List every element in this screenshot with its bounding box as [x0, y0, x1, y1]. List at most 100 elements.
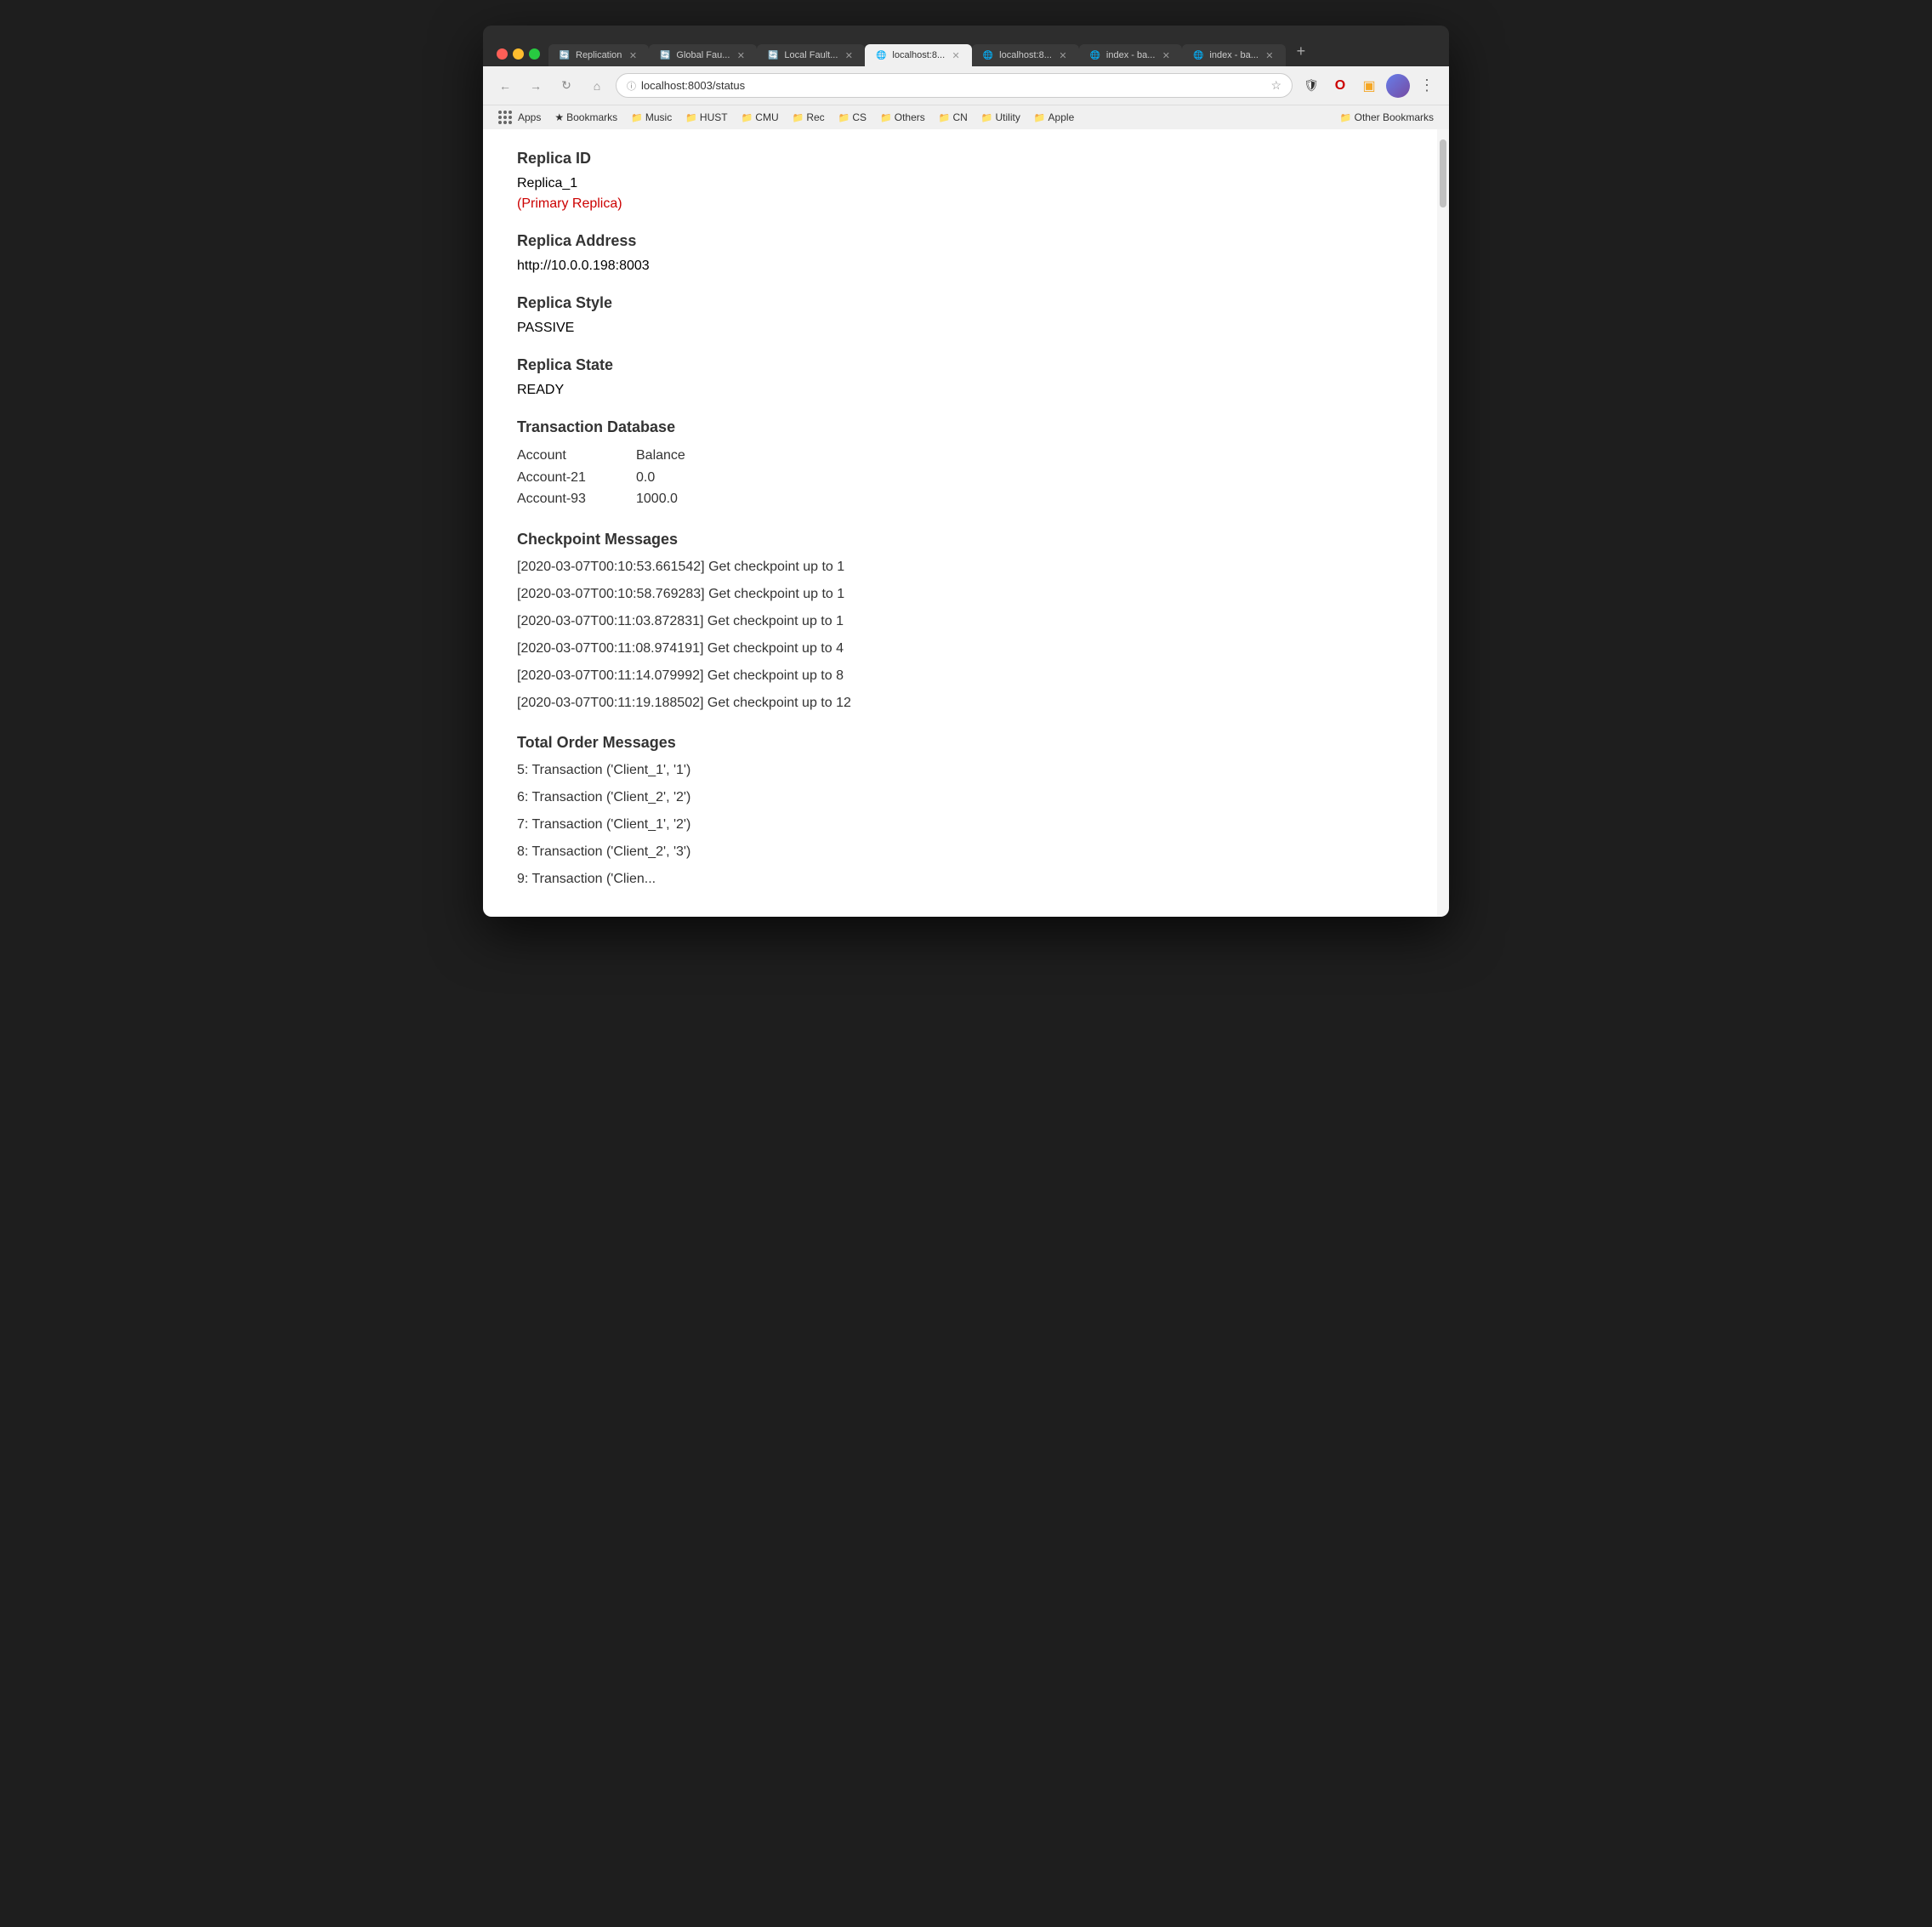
bookmarks-star-item[interactable]: ★ Bookmarks — [549, 110, 622, 125]
replica-id-heading: Replica ID — [517, 150, 1403, 168]
transaction-db-heading: Transaction Database — [517, 418, 1403, 436]
bm-other-bookmarks[interactable]: 📁 Other Bookmarks — [1335, 110, 1439, 125]
bm-hust[interactable]: 📁 HUST — [680, 110, 732, 125]
checkpoint-heading: Checkpoint Messages — [517, 531, 1403, 549]
bookmark-star-icon[interactable]: ☆ — [1270, 78, 1281, 93]
db-balance-1: 0.0 — [636, 467, 721, 489]
maximize-button[interactable] — [529, 48, 540, 60]
bookmarks-label: Bookmarks — [566, 111, 617, 123]
bm-cs-label: CS — [852, 111, 867, 123]
tab-title: Replication — [576, 50, 622, 60]
tab-title: index - ba... — [1106, 50, 1155, 60]
checkpoint-msg-3: [2020-03-07T00:11:03.872831] Get checkpo… — [517, 611, 1403, 632]
checkpoint-msg-5: [2020-03-07T00:11:14.079992] Get checkpo… — [517, 666, 1403, 686]
tab-localhost-5[interactable]: 🌐 localhost:8... ✕ — [972, 44, 1079, 66]
apps-grid-icon — [498, 111, 512, 124]
transaction-db-table: Account Balance Account-21 0.0 Account-9… — [517, 445, 1403, 510]
folder-icon: 📁 — [981, 112, 993, 123]
menu-icon[interactable]: ⋮ — [1415, 74, 1439, 98]
apps-label: Apps — [518, 111, 541, 123]
tab-replication[interactable]: 🔄 Replication ✕ — [548, 44, 649, 66]
order-msg-2: 6: Transaction ('Client_2', '2') — [517, 787, 1403, 808]
checkpoint-msg-1: [2020-03-07T00:10:53.661542] Get checkpo… — [517, 557, 1403, 577]
checkpoint-msg-4: [2020-03-07T00:11:08.974191] Get checkpo… — [517, 639, 1403, 659]
tab-index-6[interactable]: 🌐 index - ba... ✕ — [1079, 44, 1182, 66]
tab-close-icon[interactable]: ✕ — [627, 49, 639, 61]
bm-hust-label: HUST — [700, 111, 728, 123]
extension-icon[interactable]: O — [1328, 74, 1352, 98]
scrollbar[interactable] — [1437, 129, 1449, 917]
folder-icon: 📁 — [685, 112, 697, 123]
order-msg-5: 9: Transaction ('Clien... — [517, 869, 1403, 890]
folder-icon: 📁 — [939, 112, 951, 123]
tab-local-fault[interactable]: 🔄 Local Fault... ✕ — [757, 44, 865, 66]
tab-strip: 🔄 Replication ✕ 🔄 Global Fau... ✕ 🔄 Loca… — [493, 34, 1439, 66]
browser-window: 🔄 Replication ✕ 🔄 Global Fau... ✕ 🔄 Loca… — [483, 26, 1449, 917]
db-data-row-1: Account-21 0.0 — [517, 467, 1403, 489]
replica-address-value: http://10.0.0.198:8003 — [517, 259, 1403, 274]
tab-favicon: 🌐 — [1089, 49, 1101, 61]
checkpoint-msg-2: [2020-03-07T00:10:58.769283] Get checkpo… — [517, 584, 1403, 605]
tab-close-icon[interactable]: ✕ — [1264, 49, 1276, 61]
tab-title: Global Fau... — [676, 50, 730, 60]
shield-icon[interactable]: 🛡 — [1299, 74, 1323, 98]
replica-address-heading: Replica Address — [517, 232, 1403, 250]
apps-bookmark[interactable]: Apps — [493, 109, 546, 126]
tab-close-icon[interactable]: ✕ — [843, 49, 855, 61]
star-icon: ★ — [554, 111, 564, 123]
tab-close-icon[interactable]: ✕ — [950, 49, 962, 61]
tab-favicon: 🔄 — [767, 49, 779, 61]
tab-close-icon[interactable]: ✕ — [735, 49, 747, 61]
home-button[interactable]: ⌂ — [585, 74, 609, 98]
profile-avatar[interactable] — [1386, 74, 1410, 98]
close-button[interactable] — [497, 48, 508, 60]
forward-button[interactable]: → — [524, 74, 548, 98]
tab-global-fault[interactable]: 🔄 Global Fau... ✕ — [649, 44, 757, 66]
back-button[interactable]: ← — [493, 74, 517, 98]
bm-apple[interactable]: 📁 Apple — [1029, 110, 1079, 125]
bm-other-bookmarks-label: Other Bookmarks — [1355, 111, 1434, 123]
folder-icon: 📁 — [1034, 112, 1046, 123]
bm-cmu[interactable]: 📁 CMU — [736, 110, 784, 125]
wallet-icon[interactable]: ▣ — [1357, 74, 1381, 98]
bm-music[interactable]: 📁 Music — [626, 110, 677, 125]
folder-icon: 📁 — [631, 112, 643, 123]
folder-icon: 📁 — [742, 112, 753, 123]
minimize-button[interactable] — [513, 48, 524, 60]
tab-close-icon[interactable]: ✕ — [1057, 49, 1069, 61]
db-col-account-header: Account — [517, 445, 602, 467]
tab-favicon: 🌐 — [875, 49, 887, 61]
folder-icon: 📁 — [1340, 112, 1352, 123]
traffic-lights — [493, 48, 548, 66]
replica-style-heading: Replica Style — [517, 294, 1403, 312]
checkpoint-msg-6: [2020-03-07T00:11:19.188502] Get checkpo… — [517, 693, 1403, 713]
bm-utility[interactable]: 📁 Utility — [976, 110, 1026, 125]
tab-title: index - ba... — [1209, 50, 1258, 60]
tab-localhost-active[interactable]: 🌐 localhost:8... ✕ — [865, 44, 972, 66]
tab-index-7[interactable]: 🌐 index - ba... ✕ — [1182, 44, 1285, 66]
tab-favicon: 🔄 — [659, 49, 671, 61]
tab-title: localhost:8... — [999, 50, 1052, 60]
primary-replica-label: (Primary Replica) — [517, 196, 1403, 212]
bm-cn-label: CN — [952, 111, 967, 123]
bm-cs[interactable]: 📁 CS — [833, 110, 872, 125]
tab-title: localhost:8... — [892, 50, 945, 60]
bm-music-label: Music — [645, 111, 672, 123]
tab-favicon: 🔄 — [559, 49, 571, 61]
bm-rec[interactable]: 📁 Rec — [787, 110, 830, 125]
replica-id-value: Replica_1 — [517, 176, 1403, 191]
db-data-row-2: Account-93 1000.0 — [517, 488, 1403, 510]
bm-rec-label: Rec — [806, 111, 824, 123]
address-text[interactable]: localhost:8003/status — [641, 79, 1265, 92]
page-area: Replica ID Replica_1 (Primary Replica) R… — [483, 129, 1449, 917]
reload-button[interactable]: ↻ — [554, 74, 578, 98]
scrollbar-thumb[interactable] — [1440, 139, 1446, 207]
bm-others[interactable]: 📁 Others — [875, 110, 930, 125]
address-bar[interactable]: ⓘ localhost:8003/status ☆ — [616, 73, 1293, 98]
db-account-1: Account-21 — [517, 467, 602, 489]
bm-cn[interactable]: 📁 CN — [934, 110, 973, 125]
tab-close-icon[interactable]: ✕ — [1160, 49, 1172, 61]
bm-utility-label: Utility — [996, 111, 1020, 123]
db-account-2: Account-93 — [517, 488, 602, 510]
new-tab-button[interactable]: + — [1289, 39, 1313, 63]
